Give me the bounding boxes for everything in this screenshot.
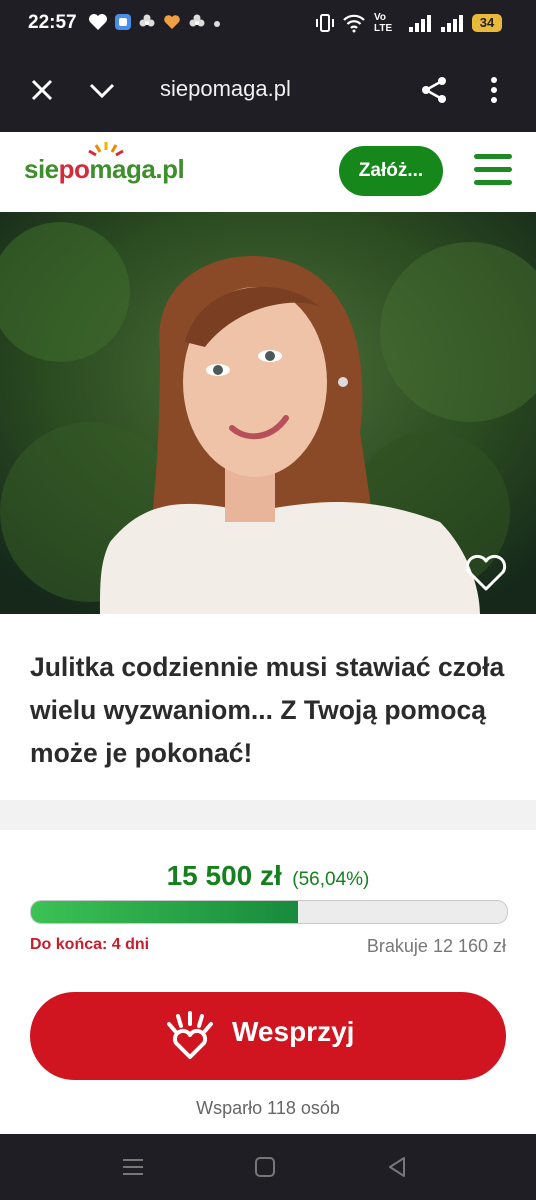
logo-text-part: po xyxy=(58,154,90,184)
close-icon[interactable] xyxy=(26,74,58,106)
create-fundraiser-button[interactable]: Załóż... xyxy=(339,146,443,196)
support-button[interactable]: Wesprzyj xyxy=(30,992,506,1080)
support-button-label: Wesprzyj xyxy=(232,1016,355,1047)
browser-toolbar: siepomaga.pl xyxy=(0,48,536,132)
url-bar[interactable]: siepomaga.pl xyxy=(160,76,291,102)
notification-icons xyxy=(88,13,222,31)
campaign-title: Julitka codziennie musi stawiać czoła wi… xyxy=(30,652,505,768)
home-icon[interactable] xyxy=(253,1155,277,1179)
app-icon xyxy=(115,14,131,30)
fundraising-progress-card: 15 500 zł (56,04%) Do końca: 4 dni Braku… xyxy=(0,830,536,1134)
more-vert-icon[interactable] xyxy=(478,74,510,106)
system-nav-bar xyxy=(0,1134,536,1200)
amount-row: 15 500 zł (56,04%) xyxy=(0,860,536,892)
signal-icon xyxy=(409,15,431,32)
flower-icon xyxy=(139,14,155,27)
logo-text-part: sie xyxy=(24,154,59,184)
share-icon[interactable] xyxy=(418,74,450,106)
raised-amount: 15 500 zł xyxy=(166,860,282,891)
vibrate-icon xyxy=(316,14,334,32)
chevron-down-icon[interactable] xyxy=(86,74,118,106)
supporters-count: Wsparło 118 osób xyxy=(196,1098,340,1118)
dot-icon xyxy=(214,21,220,27)
heart-icon xyxy=(89,14,107,30)
back-icon[interactable] xyxy=(385,1155,409,1179)
signal-icon xyxy=(441,15,463,32)
recent-apps-icon[interactable] xyxy=(121,1155,145,1179)
hand-heart-icon xyxy=(167,1011,213,1059)
missing-amount: Brakuje 12 160 zł xyxy=(366,936,506,956)
network-label: Vo LTE xyxy=(374,12,393,34)
campaign-photo xyxy=(0,212,536,614)
heart-hands-icon xyxy=(164,15,180,29)
heart-outline-icon[interactable] xyxy=(464,553,508,593)
progress-bar-fill xyxy=(31,901,298,923)
battery-icon: 34 xyxy=(472,14,502,32)
status-bar: 22:57 Vo LTE 34 xyxy=(0,0,536,48)
progress-bar xyxy=(30,900,508,924)
wifi-icon xyxy=(343,14,365,33)
hamburger-icon[interactable] xyxy=(474,154,512,188)
raised-percent: (56,04%) xyxy=(292,869,370,890)
campaign-title-card: Julitka codziennie musi stawiać czoła wi… xyxy=(0,614,536,800)
flower-icon xyxy=(189,14,205,27)
site-header: siepomaga.pl Załóż... xyxy=(0,132,536,212)
system-icons: Vo LTE 34 xyxy=(316,12,502,34)
photo-illustration xyxy=(0,212,536,614)
sun-heart-icon xyxy=(88,142,124,157)
deadline-text: Do końca: 4 dni xyxy=(30,936,150,953)
status-time: 22:57 xyxy=(28,12,77,33)
siepomaga-logo[interactable]: siepomaga.pl xyxy=(24,142,185,185)
